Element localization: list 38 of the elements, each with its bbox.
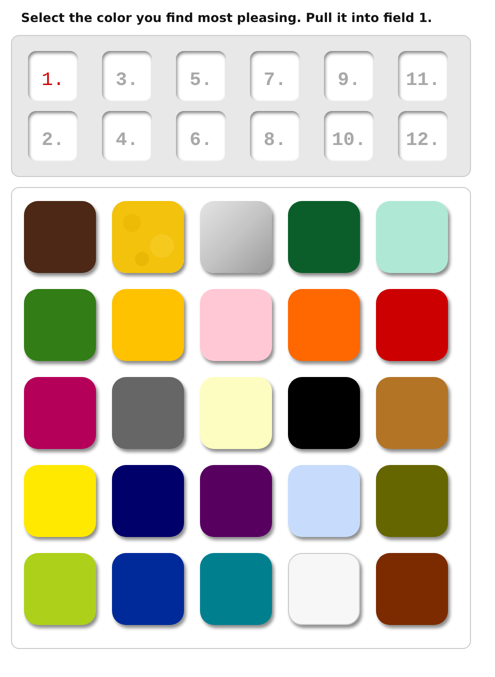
color-swatch[interactable] [288, 377, 360, 449]
color-swatch[interactable] [24, 201, 96, 273]
drop-field[interactable]: 10. [324, 111, 374, 161]
color-swatch[interactable] [376, 201, 448, 273]
color-swatch[interactable] [288, 553, 360, 625]
color-swatch[interactable] [112, 465, 184, 537]
color-swatch[interactable] [200, 377, 272, 449]
color-swatch[interactable] [376, 377, 448, 449]
drop-field[interactable]: 3. [102, 51, 152, 101]
color-swatch[interactable] [112, 553, 184, 625]
color-swatch[interactable] [200, 553, 272, 625]
color-swatch[interactable] [200, 465, 272, 537]
drop-field[interactable]: 11. [398, 51, 448, 101]
color-swatch[interactable] [112, 289, 184, 361]
color-swatch[interactable] [288, 289, 360, 361]
drop-field[interactable]: 2. [28, 111, 78, 161]
drop-field[interactable]: 7. [250, 51, 300, 101]
drop-field[interactable]: 9. [324, 51, 374, 101]
drop-field[interactable]: 5. [176, 51, 226, 101]
drop-field[interactable]: 4. [102, 111, 152, 161]
drop-field[interactable]: 12. [398, 111, 448, 161]
textured-swatch[interactable] [112, 201, 184, 273]
color-swatch[interactable] [288, 465, 360, 537]
metallic-swatch[interactable] [200, 201, 272, 273]
color-swatch[interactable] [200, 289, 272, 361]
drop-field[interactable]: 8. [250, 111, 300, 161]
drop-field[interactable]: 6. [176, 111, 226, 161]
color-swatch[interactable] [376, 289, 448, 361]
color-swatch[interactable] [376, 465, 448, 537]
color-swatch[interactable] [376, 553, 448, 625]
instruction-text: Select the color you find most pleasing. Pull it into field 1. [21, 10, 434, 25]
color-swatch[interactable] [112, 377, 184, 449]
color-swatch[interactable] [24, 465, 96, 537]
color-swatch[interactable] [24, 289, 96, 361]
color-swatch[interactable] [288, 201, 360, 273]
drop-field[interactable]: 1. [28, 51, 78, 101]
color-swatch[interactable] [24, 553, 96, 625]
color-swatch[interactable] [24, 377, 96, 449]
